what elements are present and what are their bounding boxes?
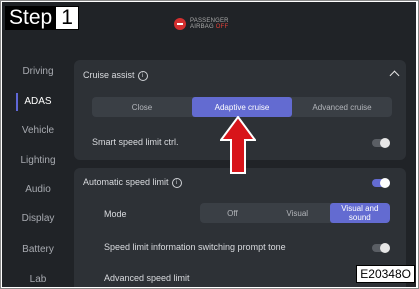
advanced-speed-limit-label[interactable]: Advanced speed limit [104, 273, 190, 283]
automatic-speed-limit-toggle[interactable] [372, 178, 390, 188]
mode-selector: Off Visual Visual and sound [200, 203, 390, 223]
sidebar-item-vehicle[interactable]: Vehicle [2, 125, 74, 136]
cruise-assist-title: Cruise assist i [83, 70, 148, 81]
cruise-option-advanced[interactable]: Advanced cruise [292, 97, 392, 117]
cruise-option-close[interactable]: Close [92, 97, 192, 117]
mode-option-off[interactable]: Off [200, 203, 265, 223]
step-number: 1 [55, 6, 79, 30]
automatic-speed-limit-title: Automatic speed limit i [83, 177, 182, 188]
step-badge: Step 1 [5, 6, 79, 30]
sidebar-item-driving[interactable]: Driving [2, 66, 74, 77]
infotainment-screen: PASSENGER AIRBAG OFF Driving ADAS Vehicl… [2, 2, 416, 287]
mode-label: Mode [104, 209, 127, 219]
sidebar-item-lab[interactable]: Lab [2, 274, 74, 285]
step-label: Step [5, 6, 56, 30]
figure-code: E20348O [356, 265, 415, 283]
sidebar-item-audio[interactable]: Audio [2, 184, 74, 195]
prompt-tone-toggle[interactable] [372, 243, 390, 253]
sidebar-item-battery[interactable]: Battery [2, 244, 74, 255]
airbag-line2: AIRBAG [190, 24, 214, 30]
screenshot-frame: PASSENGER AIRBAG OFF Driving ADAS Vehicl… [0, 0, 419, 289]
prompt-tone-label: Speed limit information switching prompt… [104, 242, 286, 252]
airbag-off-icon [174, 18, 186, 30]
callout-arrow-icon [220, 116, 256, 174]
mode-option-visual-and-sound[interactable]: Visual and sound [329, 203, 390, 223]
mode-option-visual[interactable]: Visual [265, 203, 330, 223]
airbag-state: OFF [215, 24, 229, 30]
info-icon[interactable]: i [137, 70, 148, 81]
sidebar-item-display[interactable]: Display [2, 213, 74, 224]
smart-speed-limit-toggle[interactable] [372, 138, 390, 148]
cruise-assist-selector: Close Adaptive cruise Advanced cruise [92, 97, 392, 117]
passenger-airbag-indicator: PASSENGER AIRBAG OFF [174, 18, 229, 30]
info-icon[interactable]: i [171, 177, 182, 188]
sidebar-item-adas[interactable]: ADAS [2, 96, 74, 107]
cruise-option-adaptive[interactable]: Adaptive cruise [192, 97, 292, 117]
smart-speed-limit-label: Smart speed limit ctrl. [92, 137, 179, 147]
sidebar-item-lighting[interactable]: Lighting [2, 155, 74, 166]
